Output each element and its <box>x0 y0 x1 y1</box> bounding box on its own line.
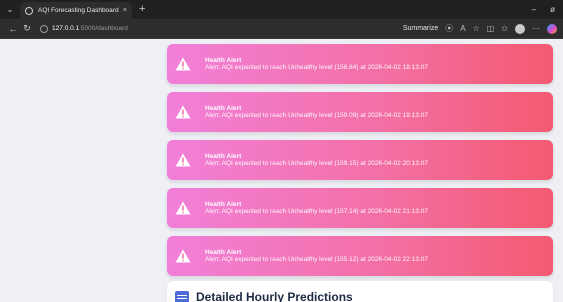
health-alert-card: Health Alert Alert: AQI expected to reac… <box>167 188 553 228</box>
warning-icon <box>175 201 191 215</box>
warning-icon <box>175 105 191 119</box>
tab-close-icon[interactable]: × <box>123 7 127 14</box>
alert-message: Alert: AQI expected to reach Unhealthy l… <box>205 64 428 71</box>
globe-icon <box>25 6 33 15</box>
browser-toolbar: ← ↻ 127.0.0.1 :5000/dashboard Summarize … <box>0 19 563 39</box>
alert-message: Alert: AQI expected to reach Unhealthy l… <box>205 160 428 167</box>
table-icon <box>175 291 189 302</box>
browser-tabbar: ⌄ AQI Forecasting Dashboard × + – ø <box>0 0 563 19</box>
window-controls: – ø <box>532 5 563 14</box>
tab-title: AQI Forecasting Dashboard <box>38 7 119 14</box>
favorites-icon[interactable]: ✩ <box>501 24 508 33</box>
minimize-button[interactable]: – <box>532 5 536 14</box>
browser-tab[interactable]: AQI Forecasting Dashboard × <box>20 2 132 19</box>
alert-message: Alert: AQI expected to reach Unhealthy l… <box>205 256 428 263</box>
restore-button[interactable]: ø <box>550 5 555 14</box>
reload-icon[interactable]: ↻ <box>20 23 34 34</box>
split-screen-icon[interactable]: ◫ <box>487 24 495 33</box>
detailed-predictions-card: Detailed Hourly Predictions <box>167 281 553 302</box>
alert-title: Health Alert <box>205 248 242 256</box>
warning-icon <box>175 153 191 167</box>
warning-icon <box>175 57 191 71</box>
tab-actions-icon[interactable]: ⌄ <box>0 0 20 19</box>
page-viewport: Health Alert Alert: AQI expected to reac… <box>0 39 563 302</box>
health-alert-card: Health Alert Alert: AQI expected to reac… <box>167 44 553 84</box>
address-bar[interactable]: 127.0.0.1 :5000/dashboard <box>40 22 403 36</box>
alert-title: Health Alert <box>205 104 242 112</box>
profile-avatar[interactable] <box>515 23 525 34</box>
alert-title: Health Alert <box>205 56 242 64</box>
health-alert-card: Health Alert Alert: AQI expected to reac… <box>167 236 553 276</box>
summarize-icon[interactable]: ⦿ <box>445 23 453 34</box>
read-aloud-icon[interactable]: A <box>460 24 465 33</box>
health-alert-card: Health Alert Alert: AQI expected to reac… <box>167 92 553 132</box>
alert-title: Health Alert <box>205 152 242 160</box>
copilot-icon[interactable] <box>547 23 557 34</box>
url-path: :5000/dashboard <box>79 25 128 32</box>
alert-message: Alert: AQI expected to reach Unhealthy l… <box>205 208 428 215</box>
summarize-button[interactable]: Summarize <box>403 25 438 32</box>
section-title: Detailed Hourly Predictions <box>196 290 353 302</box>
health-alert-card: Health Alert Alert: AQI expected to reac… <box>167 140 553 180</box>
alert-title: Health Alert <box>205 200 242 208</box>
new-tab-button[interactable]: + <box>139 4 145 15</box>
toolbar-actions: Summarize ⦿ A ☆ ◫ ✩ ⋯ <box>403 23 557 34</box>
back-arrow-icon[interactable]: ← <box>6 24 20 34</box>
warning-icon <box>175 249 191 263</box>
favorite-star-icon[interactable]: ☆ <box>473 24 480 33</box>
alert-message: Alert: AQI expected to reach Unhealthy l… <box>205 112 428 119</box>
url-host: 127.0.0.1 <box>52 25 80 32</box>
site-info-icon[interactable] <box>40 24 48 33</box>
more-menu-icon[interactable]: ⋯ <box>532 24 540 33</box>
